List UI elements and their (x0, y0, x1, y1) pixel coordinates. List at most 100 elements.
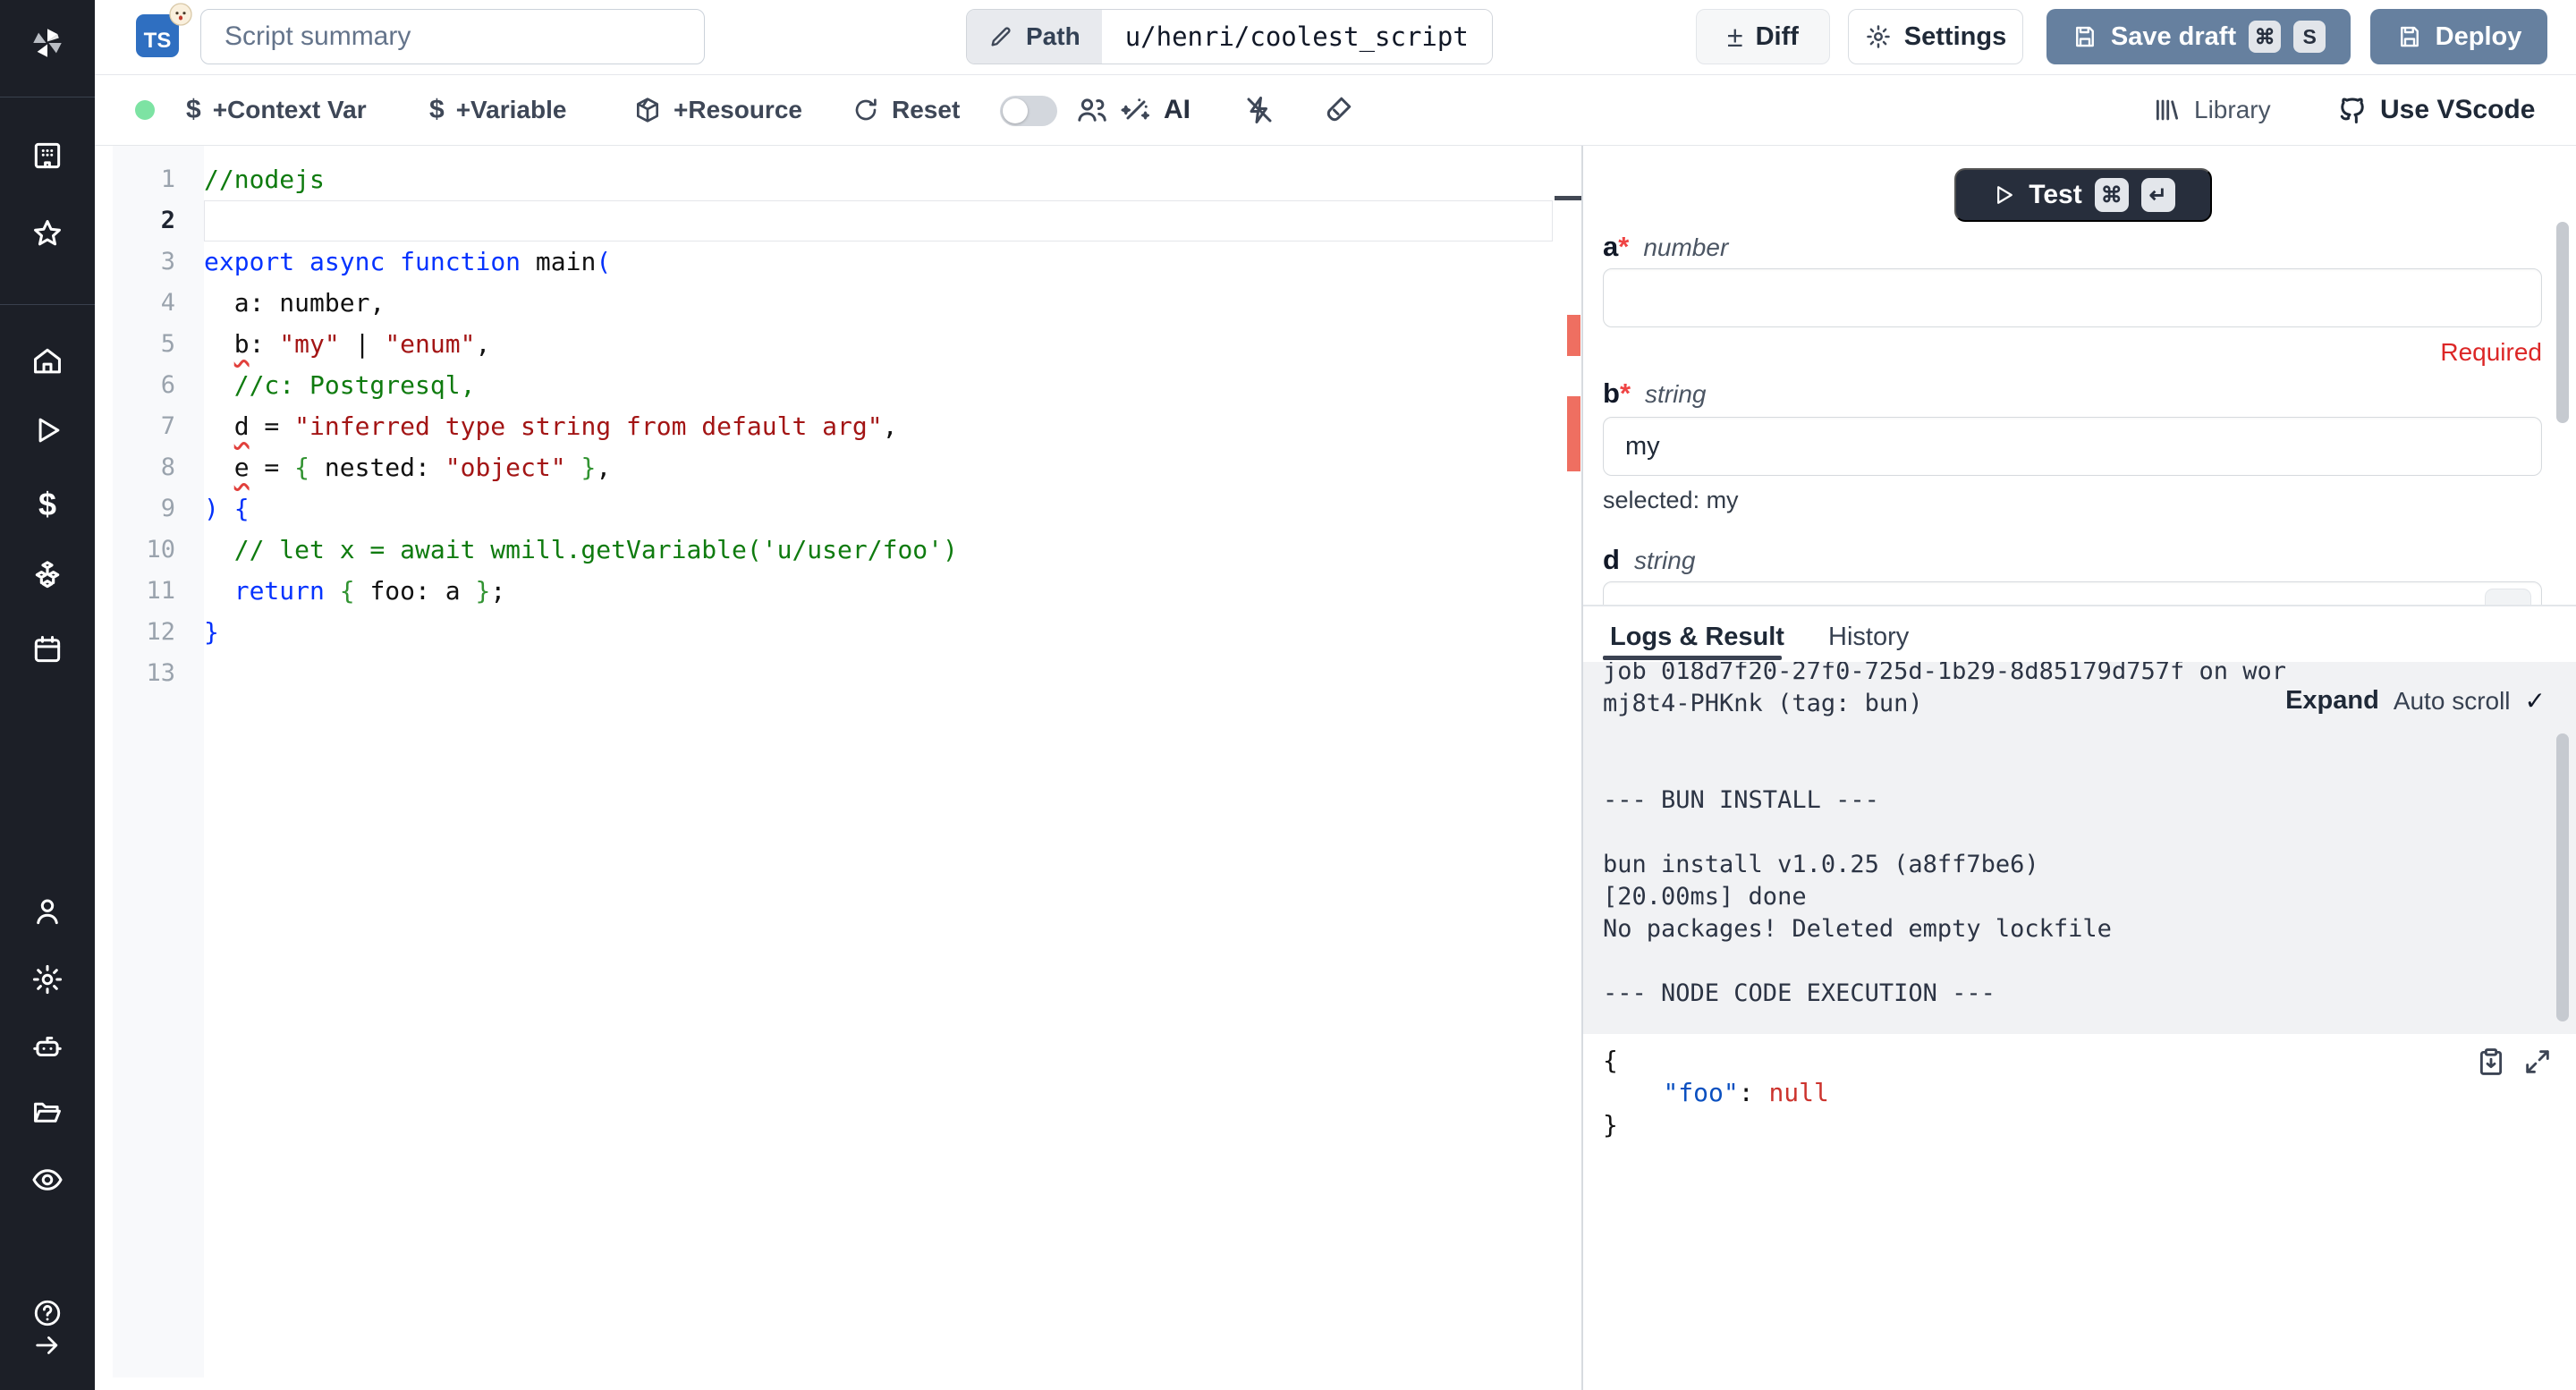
gear-icon (1865, 23, 1892, 50)
field-a-error: Required (1603, 338, 2542, 367)
form-scrollbar[interactable] (2556, 222, 2569, 423)
sidebar-item-runs[interactable] (28, 411, 67, 450)
deploy-button[interactable]: Deploy (2370, 9, 2547, 64)
windmill-logo-icon[interactable] (28, 23, 67, 63)
expand-result-icon[interactable] (2522, 1047, 2553, 1077)
users-icon (1075, 94, 1107, 126)
use-vscode-button[interactable]: Use VScode (2336, 75, 2535, 145)
add-variable-button[interactable]: $ +Variable (429, 75, 566, 145)
lightning-off-icon (1243, 94, 1275, 126)
line-number: 8 (113, 447, 204, 488)
editor-toolbar: $ +Context Var $ +Variable +Resource Res… (95, 75, 2576, 146)
status-dot (135, 100, 155, 120)
sidebar-item-settings[interactable] (28, 960, 67, 999)
field-d-clipped (1601, 581, 2546, 606)
field-a-input[interactable] (1603, 268, 2542, 327)
s-key-badge: S (2293, 21, 2326, 53)
script-summary-input[interactable] (200, 9, 705, 64)
sidebar-item-schedules[interactable] (28, 630, 67, 669)
sidebar-item-audit[interactable] (28, 1160, 67, 1199)
field-b-input[interactable] (1603, 417, 2542, 476)
result-json: { "foo": null } (1603, 1045, 1829, 1141)
line-number: 3 (113, 242, 204, 283)
code-line[interactable]: d = "inferred type string from default a… (204, 406, 1553, 447)
save-draft-button[interactable]: Save draft ⌘ S (2046, 9, 2351, 64)
assistant-off-button[interactable] (1243, 75, 1275, 145)
panel-horizontal-divider[interactable] (1583, 605, 2576, 606)
add-context-var-button[interactable]: $ +Context Var (186, 75, 367, 145)
line-number: 12 (113, 612, 204, 653)
sidebar-item-favorites[interactable] (28, 214, 67, 253)
field-d-input[interactable] (1603, 581, 2542, 606)
code-line[interactable]: } (204, 612, 1553, 653)
sidebar: $ (0, 0, 95, 1390)
help-icon[interactable] (28, 1295, 67, 1331)
log-line: [20.00ms] done (1603, 881, 2576, 913)
settings-button[interactable]: Settings (1848, 9, 2023, 64)
field-d-mini-button[interactable] (2485, 589, 2531, 606)
path-control[interactable]: Path u/henri/coolest_script (966, 9, 1493, 64)
reset-button[interactable]: Reset (852, 75, 960, 145)
log-line: job 018d7f20-27f0-725d-1b29-8d85179d757f… (1603, 662, 2576, 688)
log-line (1603, 720, 2576, 752)
code-line[interactable]: //nodejs (204, 159, 1553, 200)
users-button[interactable] (1075, 75, 1107, 145)
paintbrush-icon (1322, 94, 1354, 126)
field-b-label: b* string (1603, 377, 1706, 413)
cmd-key-badge: ⌘ (2249, 21, 2281, 53)
add-resource-button[interactable]: +Resource (633, 75, 802, 145)
collapse-arrow-icon[interactable] (28, 1329, 67, 1361)
json-key: "foo" (1663, 1078, 1738, 1107)
sidebar-item-resources[interactable] (28, 555, 67, 595)
dollar-icon: $ (186, 95, 201, 125)
library-button[interactable]: Library (2152, 75, 2271, 145)
expand-button[interactable]: Expand (2285, 686, 2379, 716)
editor-code[interactable]: //nodejs export async function main( a: n… (204, 159, 1553, 694)
sidebar-item-user[interactable] (28, 892, 67, 931)
sidebar-item-workers[interactable] (28, 1027, 67, 1066)
overview-ruler-error-mark (1567, 315, 1580, 356)
sidebar-item-folders[interactable] (28, 1092, 67, 1131)
play-icon (1991, 182, 2016, 208)
code-line[interactable]: export async function main( (204, 242, 1553, 283)
sidebar-item-workspace[interactable] (28, 136, 67, 175)
path-edit-button[interactable]: Path (967, 10, 1102, 64)
topbar: TS Path u/henri/coolest_script ± Diff Se… (95, 0, 2576, 75)
code-line[interactable]: //c: Postgresql, (204, 365, 1553, 406)
log-line: No packages! Deleted empty lockfile (1603, 913, 2576, 945)
enter-key-badge: ↵ (2141, 178, 2175, 212)
log-line (1603, 817, 2576, 849)
autoscroll-checkmark[interactable]: ✓ (2525, 686, 2546, 716)
line-number: 2 (113, 200, 204, 242)
code-line[interactable]: ) { (204, 488, 1553, 530)
package-icon (633, 96, 662, 124)
dollar-glyph: $ (38, 486, 56, 523)
line-number: 5 (113, 324, 204, 365)
tab-history[interactable]: History (1828, 623, 1909, 652)
logs-scrollbar[interactable] (2556, 733, 2569, 1021)
format-button[interactable] (1322, 75, 1354, 145)
github-icon (2336, 94, 2368, 126)
test-button[interactable]: Test ⌘ ↵ (1954, 168, 2212, 222)
code-line[interactable] (204, 200, 1553, 242)
sidebar-item-home[interactable] (28, 342, 67, 381)
log-line: --- NODE CODE EXECUTION --- (1603, 978, 2576, 1010)
ai-button[interactable]: AI (1120, 75, 1191, 145)
code-line[interactable]: // let x = await wmill.getVariable('u/us… (204, 530, 1553, 571)
autoscroll-label[interactable]: Auto scroll (2394, 687, 2511, 716)
json-value: null (1768, 1078, 1828, 1107)
log-line (1603, 752, 2576, 784)
log-line: --- BUN INSTALL --- (1603, 784, 2576, 817)
code-line[interactable]: e = { nested: "object" }, (204, 447, 1553, 488)
code-line[interactable]: return { foo: a }; (204, 571, 1553, 612)
sidebar-item-variables[interactable]: $ (28, 485, 67, 524)
code-line[interactable]: b: "my" | "enum", (204, 324, 1553, 365)
diff-button[interactable]: ± Diff (1696, 9, 1830, 64)
code-line[interactable]: a: number, (204, 283, 1553, 324)
tab-logs-result[interactable]: Logs & Result (1610, 623, 1784, 652)
code-line[interactable] (204, 653, 1553, 694)
line-number: 9 (113, 488, 204, 530)
log-line (1603, 945, 2576, 978)
mode-toggle[interactable] (1000, 96, 1057, 126)
copy-result-icon[interactable] (2476, 1047, 2506, 1077)
